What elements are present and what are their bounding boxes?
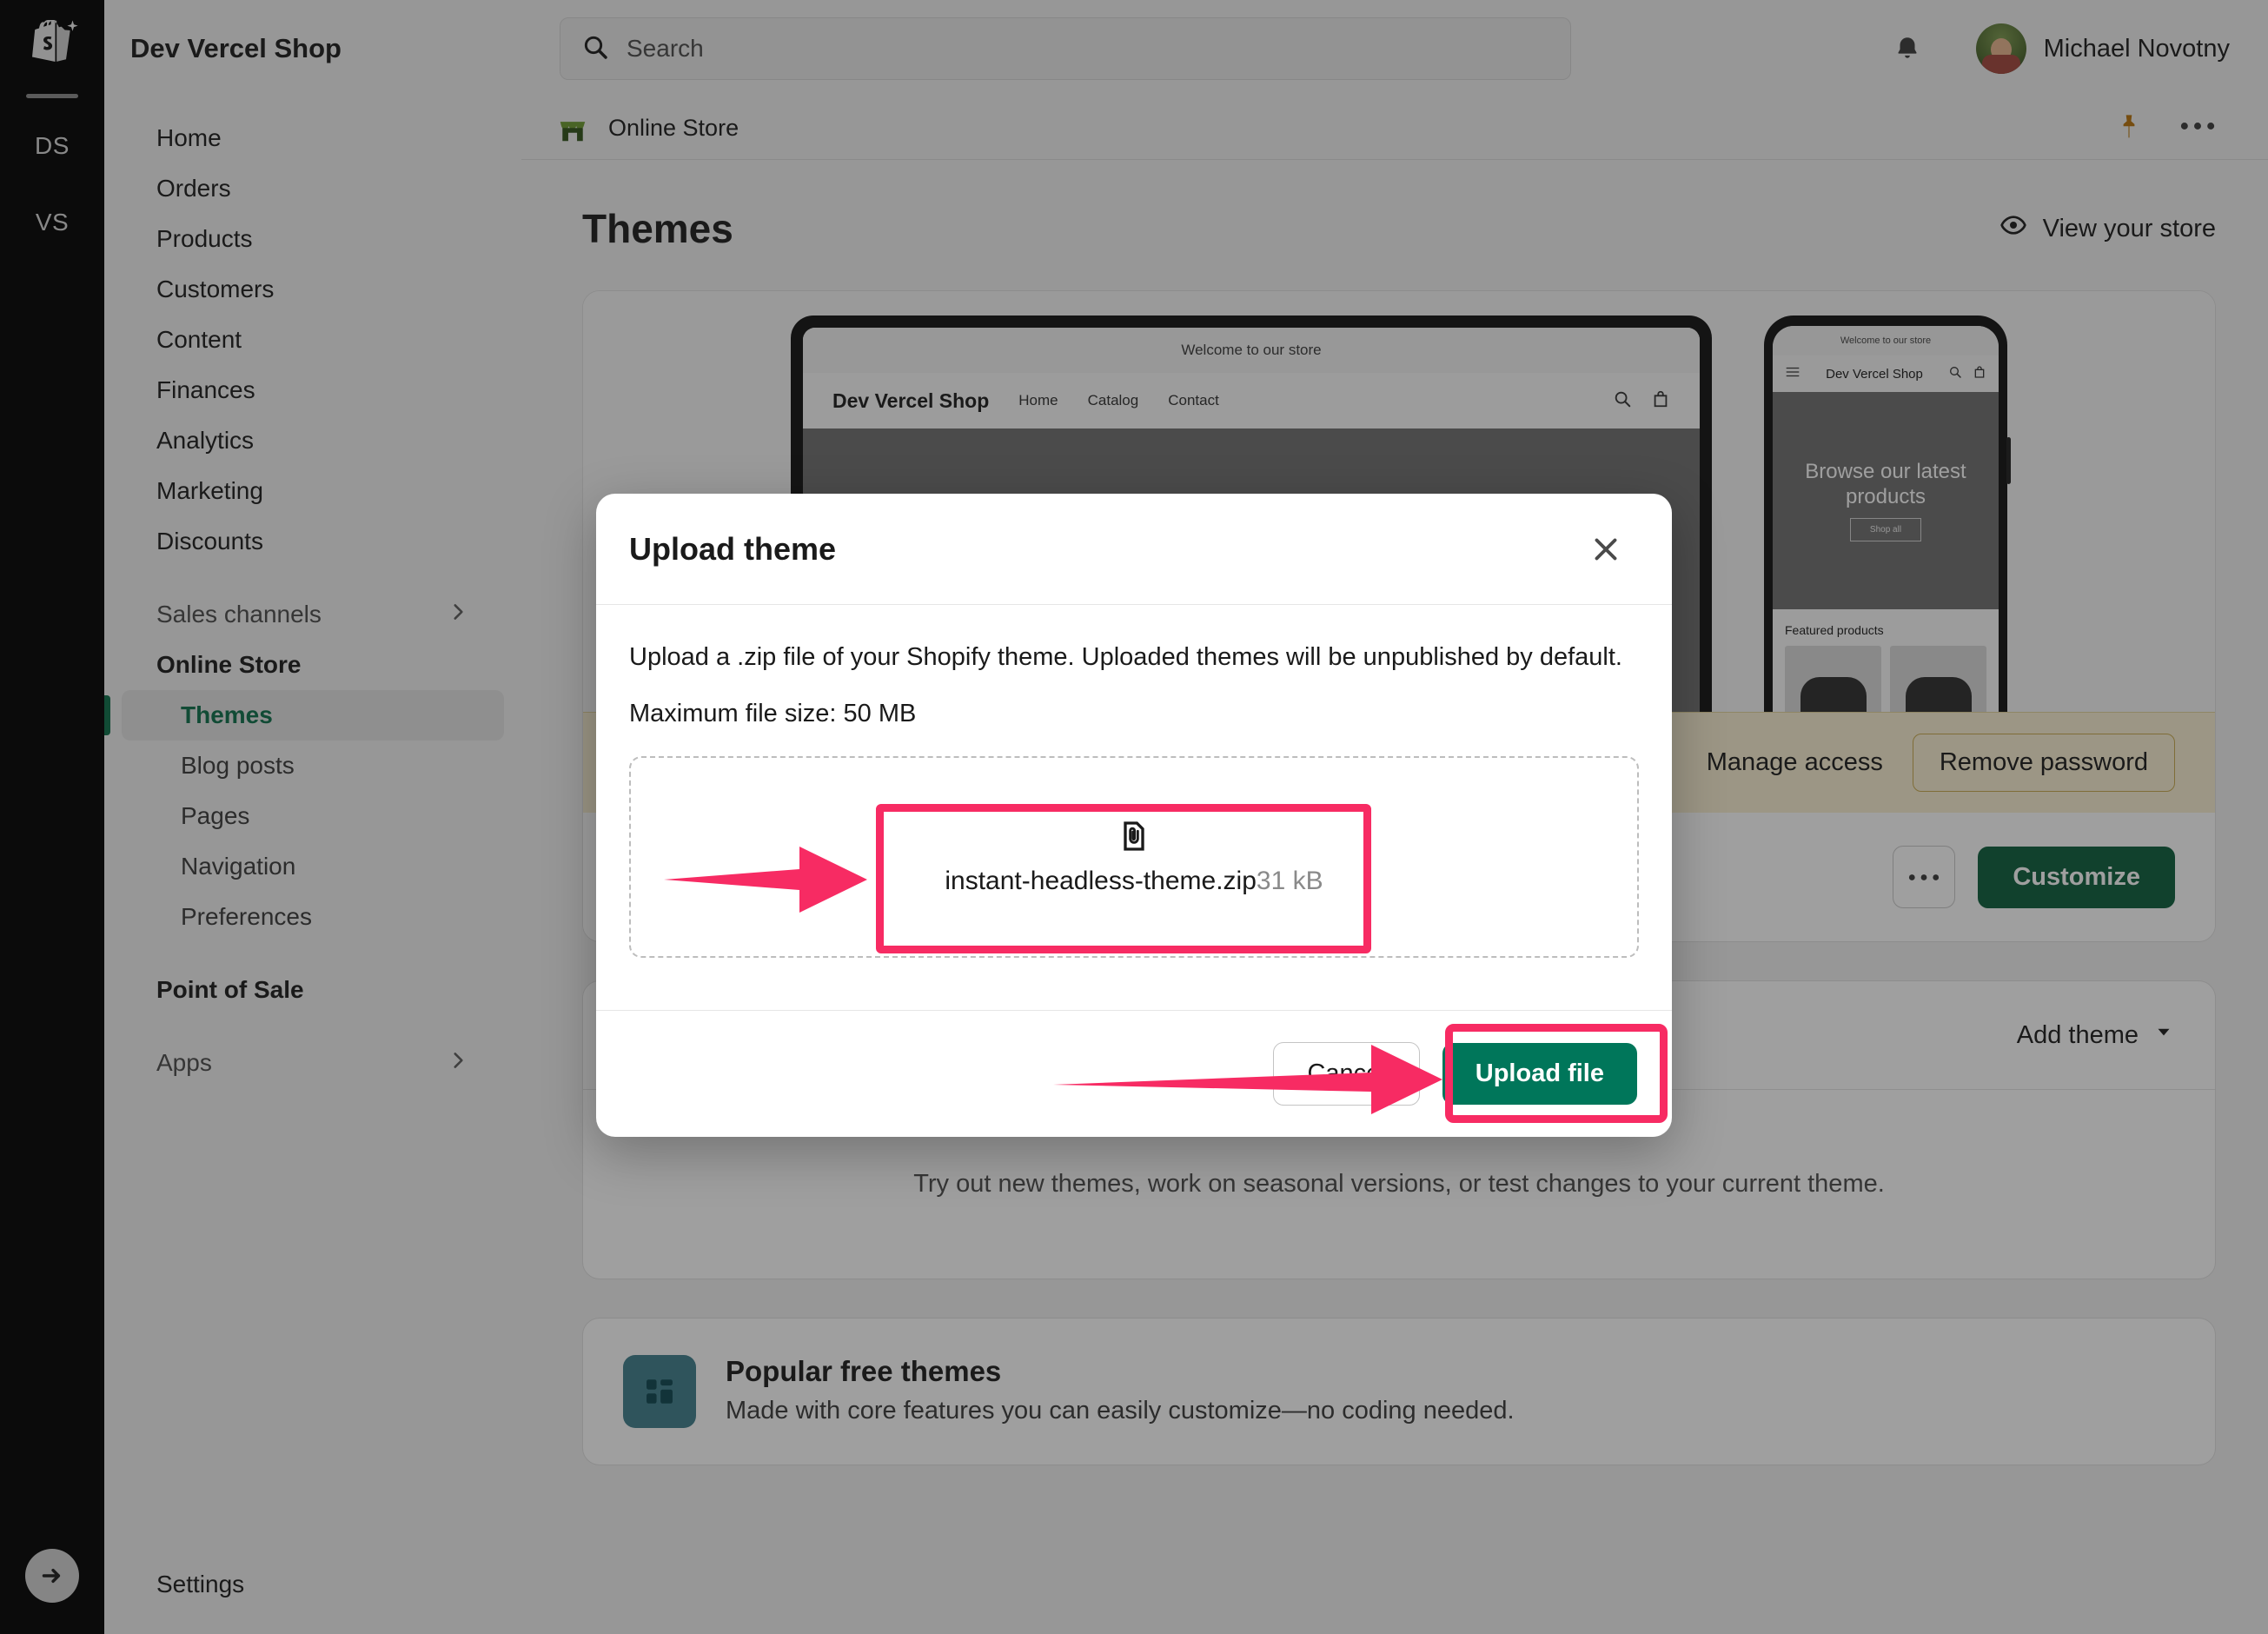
modal-header: Upload theme: [596, 494, 1672, 605]
modal-footer: Cancel Upload file: [596, 1010, 1672, 1137]
upload-file-button[interactable]: Upload file: [1442, 1043, 1637, 1105]
upload-theme-modal: Upload theme Upload a .zip file of your …: [596, 494, 1672, 1137]
modal-body: Upload a .zip file of your Shopify theme…: [596, 605, 1672, 1010]
file-dropzone[interactable]: instant-headless-theme.zip31 kB: [629, 756, 1639, 958]
file-name: instant-headless-theme.zip: [945, 867, 1257, 895]
cancel-button[interactable]: Cancel: [1273, 1042, 1419, 1106]
selected-file-chip[interactable]: instant-headless-theme.zip31 kB: [945, 819, 1323, 896]
attachment-file-icon: [1117, 819, 1151, 858]
modal-title: Upload theme: [629, 531, 836, 568]
modal-max-size: Maximum file size: 50 MB: [629, 700, 1639, 728]
modal-description: Upload a .zip file of your Shopify theme…: [629, 643, 1639, 672]
file-size: 31 kB: [1257, 867, 1323, 895]
close-icon[interactable]: [1578, 521, 1634, 577]
